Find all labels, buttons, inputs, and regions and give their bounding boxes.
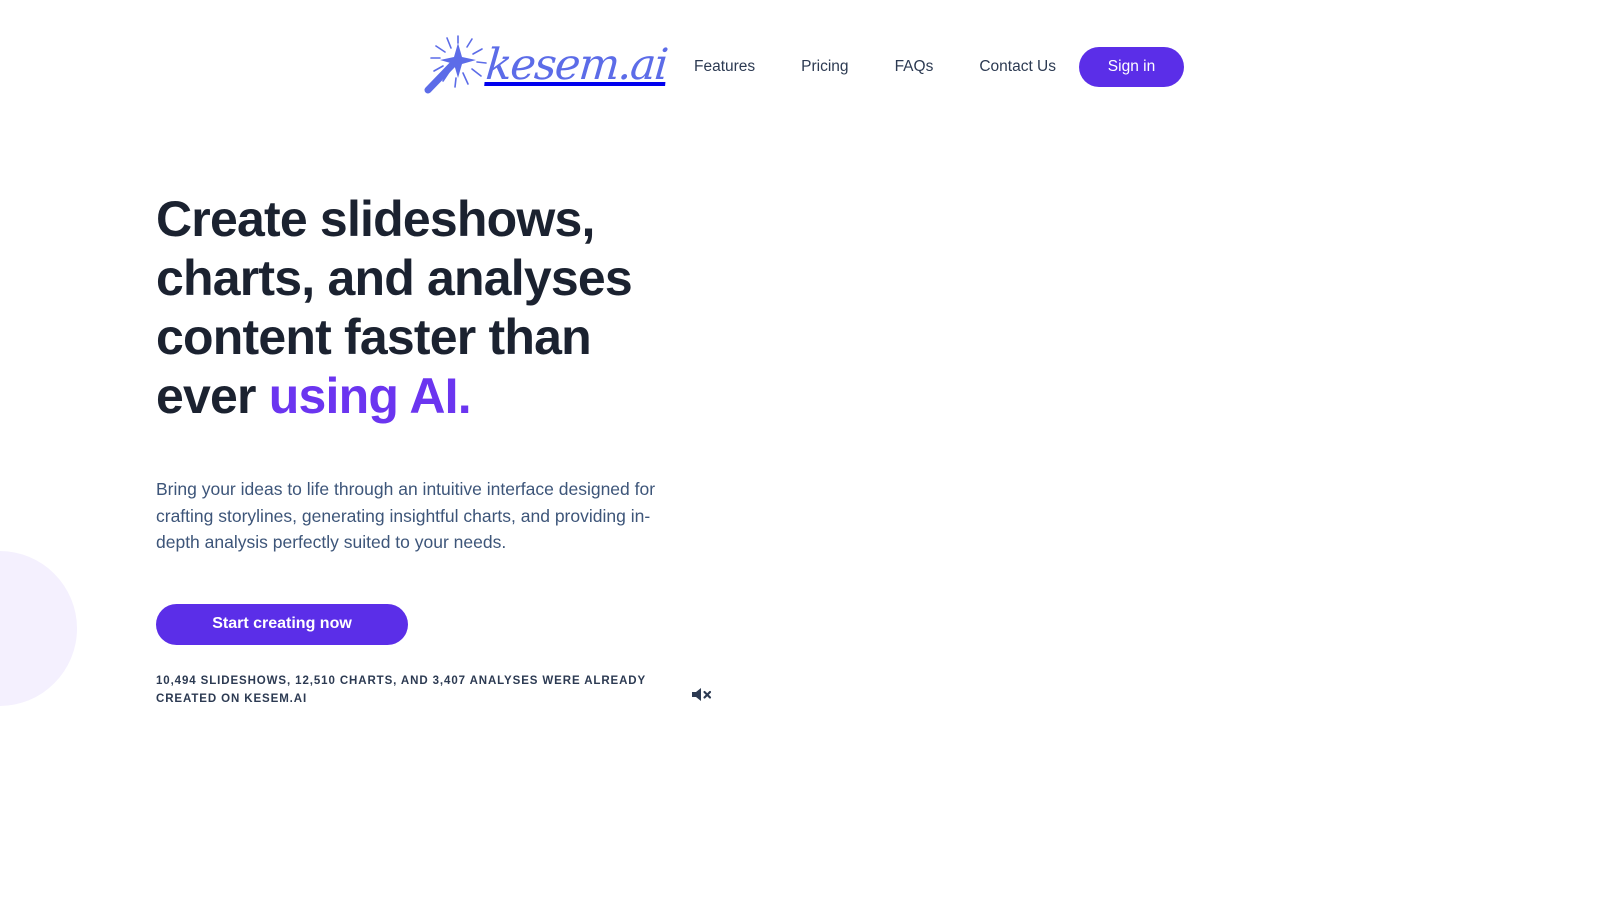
site-header: kesem.ai Features Pricing FAQs Contact U… xyxy=(0,0,1600,130)
hero-subtext: Bring your ideas to life through an intu… xyxy=(156,479,656,552)
nav-link-faqs[interactable]: FAQs xyxy=(895,49,934,85)
magic-wand-sparkle-icon xyxy=(424,35,487,94)
stats-row: 10,494 SLIDESHOWS, 12,510 CHARTS, AND 3,… xyxy=(156,672,716,708)
decorative-circle xyxy=(0,551,77,706)
logo[interactable]: kesem.ai xyxy=(420,33,670,97)
nav-link-pricing[interactable]: Pricing xyxy=(801,49,848,85)
headline-accent-text: using AI. xyxy=(268,368,472,424)
hero-section: Create slideshows, charts, and analyses … xyxy=(156,190,776,708)
main-nav: Features Pricing FAQs Contact Us Sign in xyxy=(694,47,1184,87)
sign-in-button[interactable]: Sign in xyxy=(1079,47,1184,87)
logo-wordmark: kesem.ai xyxy=(483,39,670,90)
start-creating-now-button[interactable]: Start creating now xyxy=(156,603,408,645)
speaker-mute-icon xyxy=(692,687,712,701)
nav-link-contact-us[interactable]: Contact Us xyxy=(979,49,1056,85)
mute-toggle-button[interactable] xyxy=(690,686,712,703)
landing-page: kesem.ai Features Pricing FAQs Contact U… xyxy=(0,0,1600,900)
nav-link-features[interactable]: Features xyxy=(694,49,755,85)
usage-stats-text: 10,494 SLIDESHOWS, 12,510 CHARTS, AND 3,… xyxy=(156,674,646,705)
page-title: Create slideshows, charts, and analyses … xyxy=(156,190,676,426)
